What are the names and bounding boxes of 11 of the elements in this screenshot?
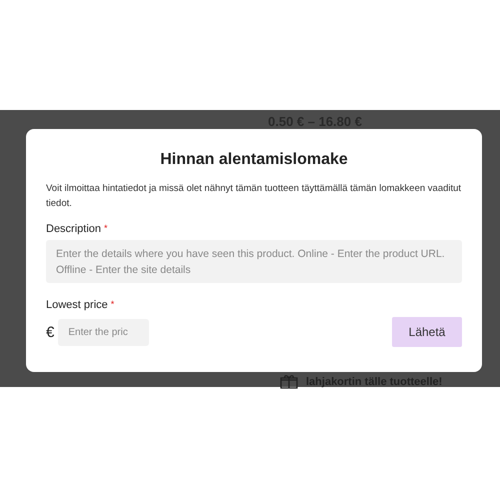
required-mark: * xyxy=(104,223,108,235)
price-field[interactable]: Enter the pric xyxy=(58,318,150,346)
description-field[interactable]: Enter the details where you have seen this product. Online - Enter the product URL. Offline - Enter the site details xyxy=(46,240,462,283)
field-label: Lowest price xyxy=(46,299,108,311)
field-label: Description xyxy=(46,223,102,235)
required-mark: * xyxy=(110,299,114,311)
submit-button[interactable]: Lähetä xyxy=(392,317,462,347)
currency-symbol: € xyxy=(46,324,54,340)
intro-text: Voit ilmoittaa hintatiedot ja missä olet nähnyt tämän tuotteen täyttämällä tämän lomakkeen vaaditut tiedot. xyxy=(46,182,462,211)
gift-icon xyxy=(280,375,298,389)
modal-title: Hinnan alentamislomake xyxy=(159,151,349,169)
